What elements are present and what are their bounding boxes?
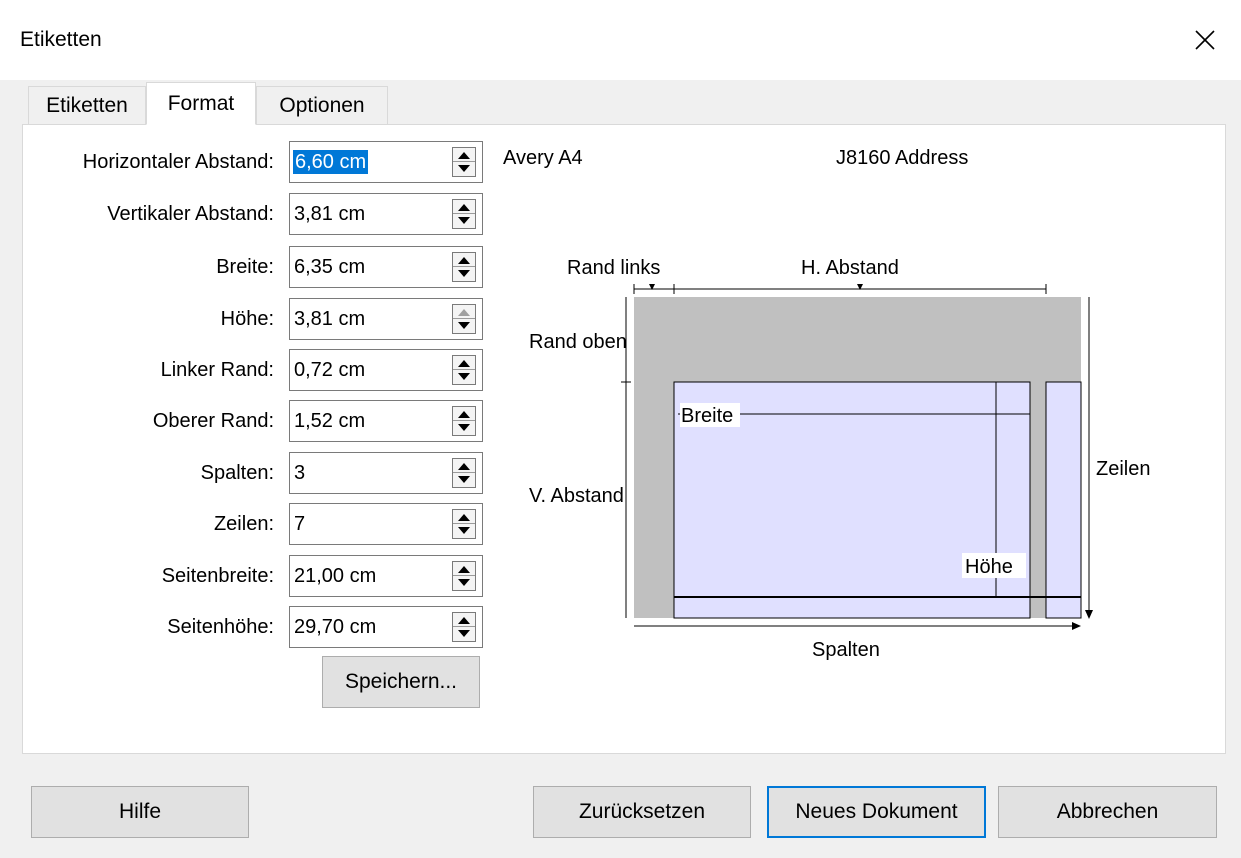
spin-buttons[interactable] (452, 509, 476, 539)
h-abstand-label: H. Abstand (801, 257, 899, 279)
spin-up-icon[interactable] (458, 204, 470, 211)
v-abstand-label: V. Abstand (529, 485, 624, 507)
reset-button[interactable]: Zurücksetzen (533, 786, 751, 838)
dialog-title: Etiketten (20, 28, 102, 51)
spin-buttons[interactable] (452, 561, 476, 591)
rand-oben-label: Rand oben (529, 331, 627, 353)
rand-links-label: Rand links (567, 257, 660, 279)
spin-buttons[interactable] (452, 199, 476, 229)
width-label: Breite: (216, 256, 274, 278)
spin-up-icon[interactable] (458, 566, 470, 573)
spin-down-icon[interactable] (458, 217, 470, 224)
spin-down-icon[interactable] (458, 322, 470, 329)
columns-input[interactable]: 3 (289, 452, 483, 494)
spin-down-icon[interactable] (458, 424, 470, 431)
spin-buttons[interactable] (452, 355, 476, 385)
spin-up-icon[interactable] (458, 514, 470, 521)
spin-up-icon[interactable] (458, 411, 470, 418)
spin-up-icon[interactable] (458, 257, 470, 264)
spin-down-icon[interactable] (458, 579, 470, 586)
zeilen-label: Zeilen (1096, 458, 1150, 480)
spin-buttons[interactable] (452, 612, 476, 642)
label-brand: Avery A4 (503, 147, 583, 169)
save-button-label: Speichern... (344, 670, 458, 693)
tab-format[interactable]: Format (146, 82, 256, 125)
spin-buttons[interactable] (452, 458, 476, 488)
hoehe-label: Höhe (965, 556, 1013, 578)
rows-input[interactable]: 7 (289, 503, 483, 545)
left-margin-input[interactable]: 0,72 cm (289, 349, 483, 391)
labels-dialog: Etiketten Etiketten Format Optionen Hori… (0, 0, 1241, 858)
new-document-button-label: Neues Dokument (795, 800, 958, 823)
columns-label: Spalten: (200, 462, 274, 484)
spalten-label: Spalten (812, 639, 880, 661)
rows-label: Zeilen: (213, 513, 274, 535)
spin-down-icon[interactable] (458, 476, 470, 483)
vertical-spacing-label: Vertikaler Abstand: (107, 203, 274, 225)
width-input[interactable]: 6,35 cm (289, 246, 483, 288)
help-button-label: Hilfe (118, 800, 161, 823)
field-value: 29,70 cm (294, 616, 377, 638)
spin-down-icon[interactable] (458, 165, 470, 172)
title-bar: Etiketten (0, 0, 1241, 80)
tab-etiketten[interactable]: Etiketten (28, 86, 146, 124)
spin-up-icon[interactable] (458, 617, 470, 624)
reset-button-label: Zurücksetzen (578, 800, 706, 823)
spin-down-icon[interactable] (458, 630, 470, 637)
spin-buttons[interactable] (452, 252, 476, 282)
preview-label-2 (1045, 381, 1082, 619)
top-margin-input[interactable]: 1,52 cm (289, 400, 483, 442)
field-value: 6,35 cm (294, 256, 366, 278)
cancel-button-label: Abbrechen (1056, 800, 1159, 823)
zeilen-arrow-icon (1085, 610, 1093, 619)
help-button[interactable]: Hilfe (31, 786, 249, 838)
label-preview-diagram: Rand links H. Abstand Rand oben V. Absta… (529, 257, 1150, 661)
page-height-label: Seitenhöhe: (167, 616, 274, 638)
spin-up-icon[interactable] (458, 360, 470, 367)
page-width-label: Seitenbreite: (161, 565, 274, 587)
breite-label: Breite (681, 405, 733, 427)
left-margin-label: Linker Rand: (160, 359, 274, 381)
page-width-input[interactable]: 21,00 cm (289, 555, 483, 597)
height-label: Höhe: (220, 308, 274, 330)
field-value: 3,81 cm (294, 308, 366, 330)
field-value: 1,52 cm (294, 410, 366, 432)
spin-buttons[interactable] (452, 147, 476, 177)
spin-buttons[interactable] (452, 304, 476, 334)
vertical-spacing-input[interactable]: 3,81 cm (289, 193, 483, 235)
label-type: J8160 Address (836, 147, 969, 169)
page-height-input[interactable]: 29,70 cm (289, 606, 483, 648)
spin-down-icon[interactable] (458, 270, 470, 277)
field-value: 3 (294, 462, 306, 484)
field-value: 7 (294, 513, 306, 535)
close-icon (1195, 30, 1215, 50)
field-value: 3,81 cm (294, 203, 366, 225)
field-value: 21,00 cm (294, 565, 377, 587)
spin-buttons[interactable] (452, 406, 476, 436)
spin-down-icon[interactable] (458, 527, 470, 534)
close-button[interactable] (1183, 18, 1227, 62)
tab-label: Etiketten (46, 93, 128, 117)
height-input[interactable]: 3,81 cm (289, 298, 483, 340)
field-value: 6,60 cm (293, 150, 369, 174)
new-document-button[interactable]: Neues Dokument (767, 786, 986, 838)
top-margin-label: Oberer Rand: (152, 410, 274, 432)
save-button[interactable]: Speichern... (322, 656, 480, 708)
tab-optionen[interactable]: Optionen (256, 86, 388, 124)
spin-up-icon[interactable] (458, 309, 470, 316)
field-value: 0,72 cm (294, 359, 366, 381)
tab-label: Format (167, 91, 235, 115)
spin-up-icon[interactable] (458, 463, 470, 470)
cancel-button[interactable]: Abbrechen (998, 786, 1217, 838)
spalten-arrow-icon (1072, 622, 1081, 630)
tab-label: Optionen (279, 93, 365, 117)
horizontal-spacing-label: Horizontaler Abstand: (82, 151, 274, 173)
spin-up-icon[interactable] (458, 152, 470, 159)
horizontal-spacing-input[interactable]: 6,60 cm (289, 141, 483, 183)
spin-down-icon[interactable] (458, 373, 470, 380)
